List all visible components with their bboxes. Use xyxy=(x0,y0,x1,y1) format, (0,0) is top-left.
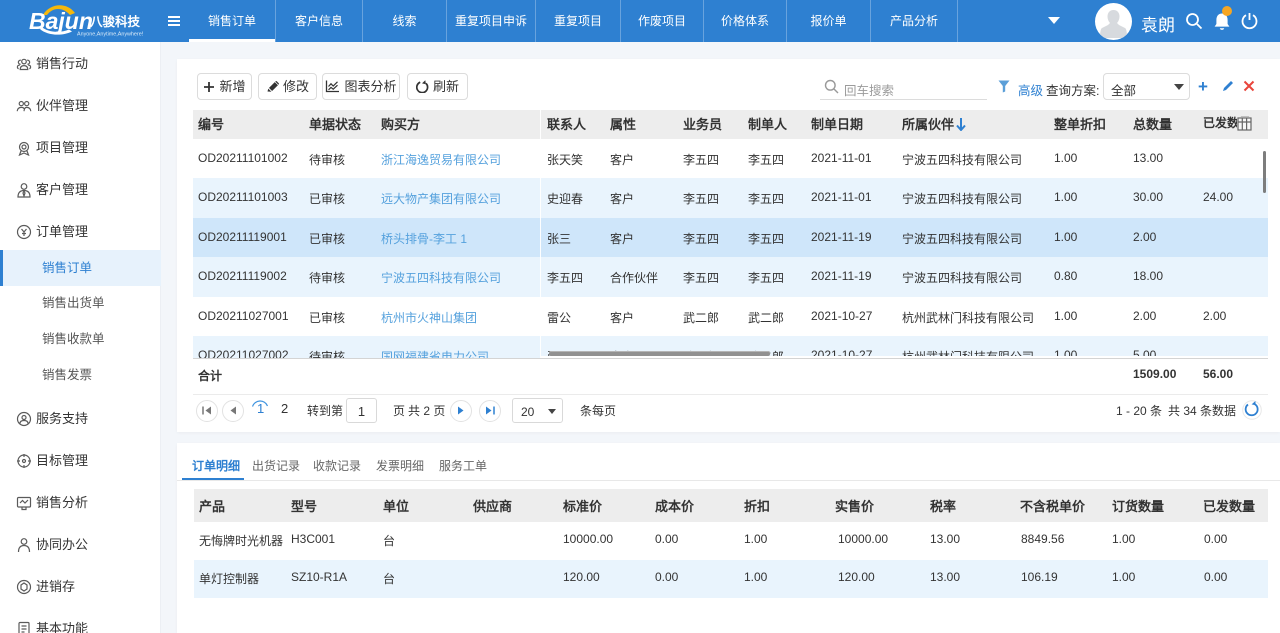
svg-text:Anyone,Anytime,Anywhere!: Anyone,Anytime,Anywhere! xyxy=(77,32,144,38)
svg-text:八骏科技: 八骏科技 xyxy=(89,14,141,29)
svg-text:Bajun: Bajun xyxy=(29,8,93,34)
